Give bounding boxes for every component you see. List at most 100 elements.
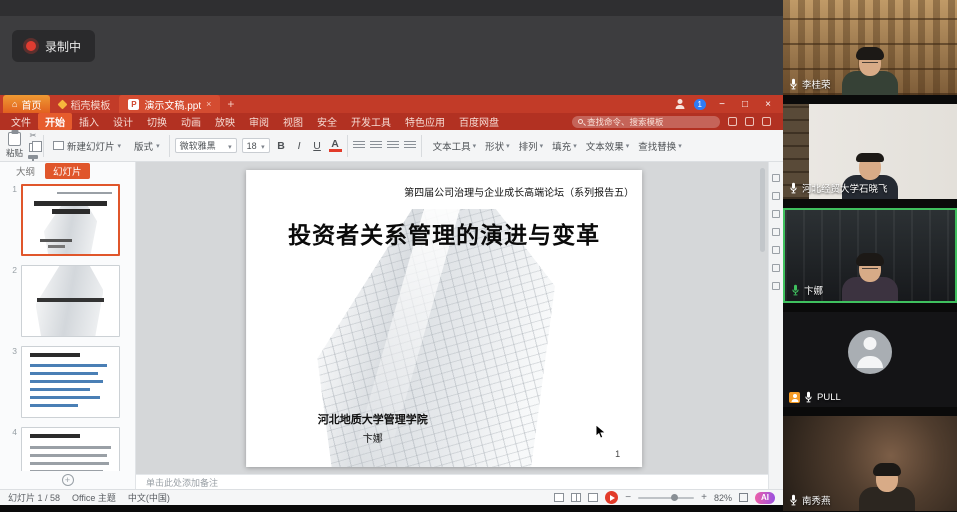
selection-pane-icon[interactable] xyxy=(772,210,780,218)
share-icon[interactable] xyxy=(728,117,737,126)
thumbnail-preview[interactable] xyxy=(21,427,120,471)
zoom-slider[interactable] xyxy=(638,497,694,499)
tab-document[interactable]: P 演示文稿.ppt × xyxy=(119,95,220,113)
collapse-ribbon-icon[interactable] xyxy=(762,117,771,126)
menu-animation[interactable]: 动画 xyxy=(174,113,208,130)
arrange-button[interactable]: 排列 xyxy=(519,139,544,153)
user-account-icon[interactable] xyxy=(675,99,685,109)
thumbnail-preview[interactable] xyxy=(21,346,120,418)
slide-title[interactable]: 投资者关系管理的演进与变革 xyxy=(246,216,642,250)
copy-icon[interactable] xyxy=(29,143,37,152)
more-tools-icon[interactable] xyxy=(772,282,780,290)
notes-pane[interactable]: 单击此处添加备注 xyxy=(136,474,768,489)
thumbnail-preview[interactable] xyxy=(21,265,120,337)
menu-transition[interactable]: 切换 xyxy=(140,113,174,130)
find-replace-button[interactable]: 查找替换 xyxy=(638,139,682,153)
normal-view-icon[interactable] xyxy=(554,493,564,502)
notification-badge[interactable]: 1 xyxy=(694,99,706,110)
menu-devtools[interactable]: 开发工具 xyxy=(344,113,398,130)
menu-view[interactable]: 视图 xyxy=(276,113,310,130)
comments-icon[interactable] xyxy=(772,228,780,236)
zoom-slider-knob[interactable] xyxy=(671,494,678,501)
tab-docer[interactable]: 稻壳模板 xyxy=(50,95,119,113)
menu-review[interactable]: 审阅 xyxy=(242,113,276,130)
slide-counter: 幻灯片 1 / 58 xyxy=(8,491,60,504)
participant-tile[interactable]: PULL xyxy=(783,312,957,407)
italic-button[interactable]: I xyxy=(293,140,306,152)
align-center-icon[interactable] xyxy=(370,141,382,150)
bold-button[interactable]: B xyxy=(275,140,288,152)
font-color-button[interactable]: A xyxy=(329,139,342,152)
participant-tile[interactable]: 河北经贸大学石晓飞 xyxy=(783,104,957,199)
menu-start[interactable]: 开始 xyxy=(38,113,72,130)
close-tab-icon[interactable]: × xyxy=(206,99,211,109)
properties-icon[interactable] xyxy=(772,174,780,182)
fill-button[interactable]: 填充 xyxy=(552,139,577,153)
slide-organization[interactable]: 河北地质大学管理学院 xyxy=(274,411,472,427)
help-icon[interactable] xyxy=(772,246,780,254)
align-justify-icon[interactable] xyxy=(404,141,416,150)
slide-author[interactable]: 卞娜 xyxy=(274,430,472,445)
participant-tile[interactable]: 南秀燕 xyxy=(783,416,957,511)
text-tools-button[interactable]: 文本工具 xyxy=(433,139,477,153)
participant-video xyxy=(842,51,898,95)
fit-to-window-icon[interactable] xyxy=(739,493,748,502)
participant-tile[interactable]: 李桂荣 xyxy=(783,0,957,95)
zoom-out-icon[interactable]: − xyxy=(625,493,631,503)
resources-icon[interactable] xyxy=(772,264,780,272)
meeting-window-titlebar xyxy=(0,0,783,16)
participant-video xyxy=(859,467,915,511)
text-effects-button[interactable]: 文本效果 xyxy=(586,139,630,153)
menu-file[interactable]: 文件 xyxy=(4,113,38,130)
recording-indicator[interactable]: 录制中 xyxy=(12,30,95,62)
zoom-in-icon[interactable]: + xyxy=(701,493,707,503)
command-search[interactable] xyxy=(572,116,720,128)
menu-slideshow[interactable]: 放映 xyxy=(208,113,242,130)
shapes-button[interactable]: 形状 xyxy=(485,139,510,153)
thumbnail-preview[interactable] xyxy=(21,184,120,256)
close-button[interactable]: × xyxy=(761,99,775,110)
menu-security[interactable]: 安全 xyxy=(310,113,344,130)
align-left-icon[interactable] xyxy=(353,141,365,150)
participant-tile-speaking[interactable]: 卞娜 xyxy=(783,208,957,303)
maximize-button[interactable]: □ xyxy=(738,99,752,110)
minimize-button[interactable]: − xyxy=(715,99,729,110)
new-tab-button[interactable]: + xyxy=(220,95,241,113)
mic-icon xyxy=(804,391,813,403)
plus-icon: + xyxy=(62,474,74,486)
menu-baidu-pan[interactable]: 百度网盘 xyxy=(452,113,506,130)
slide-subtitle[interactable]: 第四届公司治理与企业成长高端论坛（系列报告五） xyxy=(404,184,634,199)
font-name-select[interactable]: 微软雅黑 xyxy=(175,138,237,153)
font-size-select[interactable]: 18 xyxy=(242,138,270,153)
reading-view-icon[interactable] xyxy=(588,493,598,502)
underline-button[interactable]: U xyxy=(311,140,324,152)
slide-thumbnail-1[interactable]: 1 xyxy=(0,184,135,256)
menu-design[interactable]: 设计 xyxy=(106,113,140,130)
new-slide-button[interactable]: 新建幻灯片 xyxy=(49,137,125,155)
vertical-scrollbar[interactable] xyxy=(760,168,765,252)
ai-assistant-button[interactable]: AI xyxy=(755,492,775,504)
slide-thumbnail-4[interactable]: 4 xyxy=(0,427,135,471)
participant-name-tag: 南秀燕 xyxy=(789,493,831,507)
search-input[interactable] xyxy=(587,117,714,127)
chevron-down-icon xyxy=(506,140,510,151)
paste-button[interactable]: 粘贴 xyxy=(6,132,23,159)
sync-icon[interactable] xyxy=(745,117,754,126)
slide-sorter-icon[interactable] xyxy=(571,493,581,502)
menu-insert[interactable]: 插入 xyxy=(72,113,106,130)
slide-thumbnail-2[interactable]: 2 xyxy=(0,265,135,337)
menu-featured-apps[interactable]: 特色应用 xyxy=(398,113,452,130)
layout-button[interactable]: 版式 xyxy=(130,137,164,155)
tab-outline[interactable]: 大纲 xyxy=(8,163,43,179)
slideshow-play-button[interactable] xyxy=(605,491,618,504)
add-slide-button[interactable]: + xyxy=(0,471,135,489)
format-painter-icon[interactable] xyxy=(28,155,38,159)
tab-slides[interactable]: 幻灯片 xyxy=(45,163,90,179)
align-right-icon[interactable] xyxy=(387,141,399,150)
slide-canvas[interactable]: 第四届公司治理与企业成长高端论坛（系列报告五） 投资者关系管理的演进与变革 河北… xyxy=(136,162,768,474)
tab-home[interactable]: ⌂ 首页 xyxy=(3,95,50,113)
slide-page[interactable]: 第四届公司治理与企业成长高端论坛（系列报告五） 投资者关系管理的演进与变革 河北… xyxy=(246,170,642,467)
cut-icon[interactable]: ✂ xyxy=(30,132,37,140)
slide-thumbnail-3[interactable]: 3 xyxy=(0,346,135,418)
animation-pane-icon[interactable] xyxy=(772,192,780,200)
